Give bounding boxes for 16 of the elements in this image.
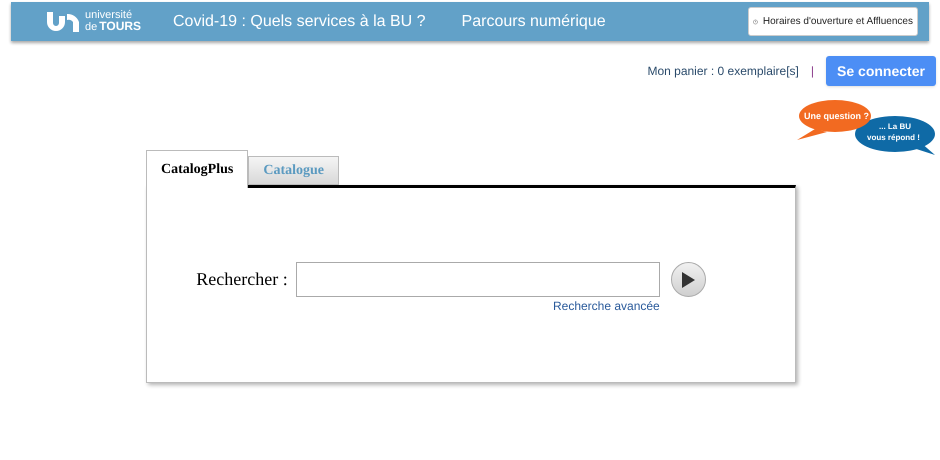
- separator-text: |: [810, 63, 814, 80]
- logo-text: TOURS: [99, 21, 142, 32]
- bubble-text: ... La BU: [879, 121, 912, 133]
- hours-button[interactable]: Horaires d'ouverture et Affluences: [748, 7, 918, 36]
- bubble-text: vous répond !: [867, 132, 920, 144]
- cart-text: Mon panier : 0 exemplaire[s]: [647, 63, 799, 80]
- bubble-text: Une question ?: [804, 110, 869, 123]
- logo-text: de: [85, 22, 98, 33]
- nav-link[interactable]: Covid-19 : Quels services à la BU ?: [173, 10, 426, 34]
- search-tab[interactable]: CatalogPlus: [146, 150, 248, 188]
- search-tab[interactable]: Catalogue: [248, 156, 340, 185]
- login-button[interactable]: Se connecter: [826, 56, 936, 86]
- advanced-search-link[interactable]: Recherche avancée: [552, 297, 660, 315]
- nav-link[interactable]: Parcours numérique: [462, 10, 606, 34]
- logo-text: université: [85, 10, 134, 21]
- search-label: Rechercher :: [196, 268, 288, 291]
